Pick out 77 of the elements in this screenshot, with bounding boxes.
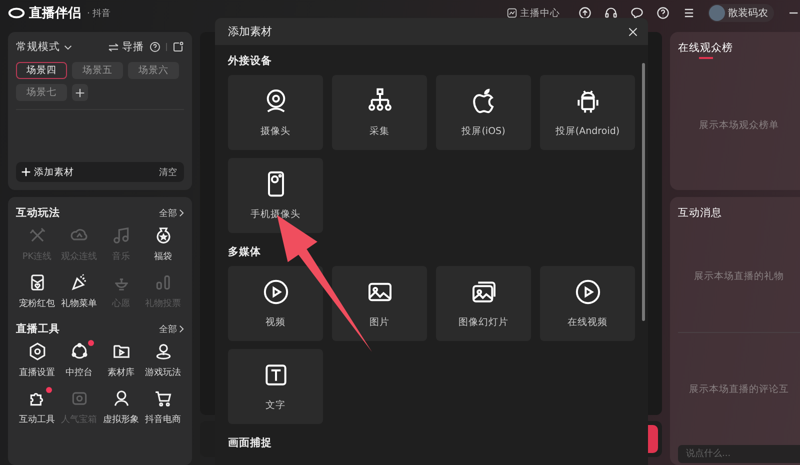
material-tile[interactable]: 在线视频 [540,266,635,341]
feature-item[interactable]: 素材库 [100,342,142,379]
feature-item[interactable]: 福袋 [142,226,184,263]
platform-label: · 抖音 [87,8,111,20]
bar-chart-icon [154,273,172,292]
section-title: 直播工具 [16,322,60,336]
add-scene-button[interactable] [72,84,88,101]
chat-icon[interactable] [630,6,644,20]
material-tile[interactable]: 投屏(iOS) [436,75,531,150]
material-tile[interactable]: 投屏(Android) [540,75,635,150]
close-icon[interactable] [628,26,638,36]
swap-icon [108,42,119,52]
feature-item[interactable]: 抖音电商 [142,389,184,426]
scene-tab[interactable]: 场景六 [128,62,179,79]
creator-center-button[interactable]: 主播中心 [507,6,560,20]
empty-message: 展示本场直播的评论互 [689,382,789,396]
material-tile[interactable]: 采集 [332,75,427,150]
empty-message: 展示本场观众榜单 [699,119,779,132]
material-tile[interactable]: 文字 [228,349,323,424]
see-all-link[interactable]: 全部 [159,322,184,336]
scrollbar[interactable] [642,63,645,321]
chart-icon [507,8,517,18]
cart-icon [154,389,172,408]
popout-icon[interactable] [172,41,184,53]
clear-button[interactable]: 清空 [159,166,177,178]
material-tile[interactable]: 图片 [332,266,427,341]
empty-message: 展示本场直播的礼物 [694,270,784,282]
see-all-link[interactable]: 全部 [159,206,184,220]
user-chip[interactable]: 散装码农 [708,4,774,22]
help-icon[interactable] [656,6,670,20]
feature-item[interactable]: 宠粉红包 [16,273,58,310]
music-note-icon [112,226,130,245]
comment-input[interactable]: 说点什么... [678,445,800,463]
upload-icon[interactable] [578,6,592,20]
scene-tab[interactable]: 场景四 [16,62,67,79]
feature-item[interactable]: 直播设置 [16,342,58,379]
folder-icon [112,342,130,361]
feature-item[interactable]: 中控台 [58,342,100,379]
play-icon [262,278,290,306]
material-tile[interactable]: 摄像头 [228,75,323,150]
material-tile[interactable]: 图像幻灯片 [436,266,531,341]
avatar-icon [709,5,725,21]
feature-item[interactable]: 虚拟形象 [100,389,142,426]
chevron-down-icon [64,44,72,50]
app-title: 直播伴侣 [29,5,81,22]
chevron-right-icon [179,325,184,333]
feature-item[interactable]: 礼物菜单 [58,273,100,310]
dialog-title: 添加素材 [228,24,272,39]
director-button[interactable]: 导播 [108,40,144,54]
mode-dropdown[interactable]: 常规模式 [16,40,72,54]
material-tile[interactable]: 视频 [228,266,323,341]
scene-tab[interactable]: 场景五 [72,62,123,79]
pin-icon [154,342,172,361]
logo-icon [8,7,25,19]
plus-icon [75,88,85,98]
audience-tab[interactable]: 在线观众榜 [678,41,733,61]
section-title: 多媒体 [228,245,261,259]
settings-icon [28,342,46,361]
chevron-right-icon [179,209,184,217]
orbit-icon [70,342,88,361]
user-name: 散装码农 [728,6,768,20]
feature-item[interactable]: 游戏玩法 [142,342,184,379]
section-title: 互动玩法 [16,206,60,220]
scene-tab[interactable]: 场景七 [16,84,67,101]
party-popper-icon [70,273,88,292]
box-icon [70,389,88,408]
play-icon [574,278,602,306]
section-title: 画面捕捉 [228,436,272,450]
headset-icon[interactable] [604,6,618,20]
add-material-button[interactable]: 添加素材 [21,166,74,178]
person-icon [112,389,130,408]
section-title: 外接设备 [228,54,272,68]
feature-item[interactable]: 互动工具 [16,389,58,426]
menu-icon[interactable] [682,6,696,20]
panel-title: 互动消息 [678,206,722,220]
help-icon[interactable] [149,41,161,53]
plus-icon [21,167,31,177]
